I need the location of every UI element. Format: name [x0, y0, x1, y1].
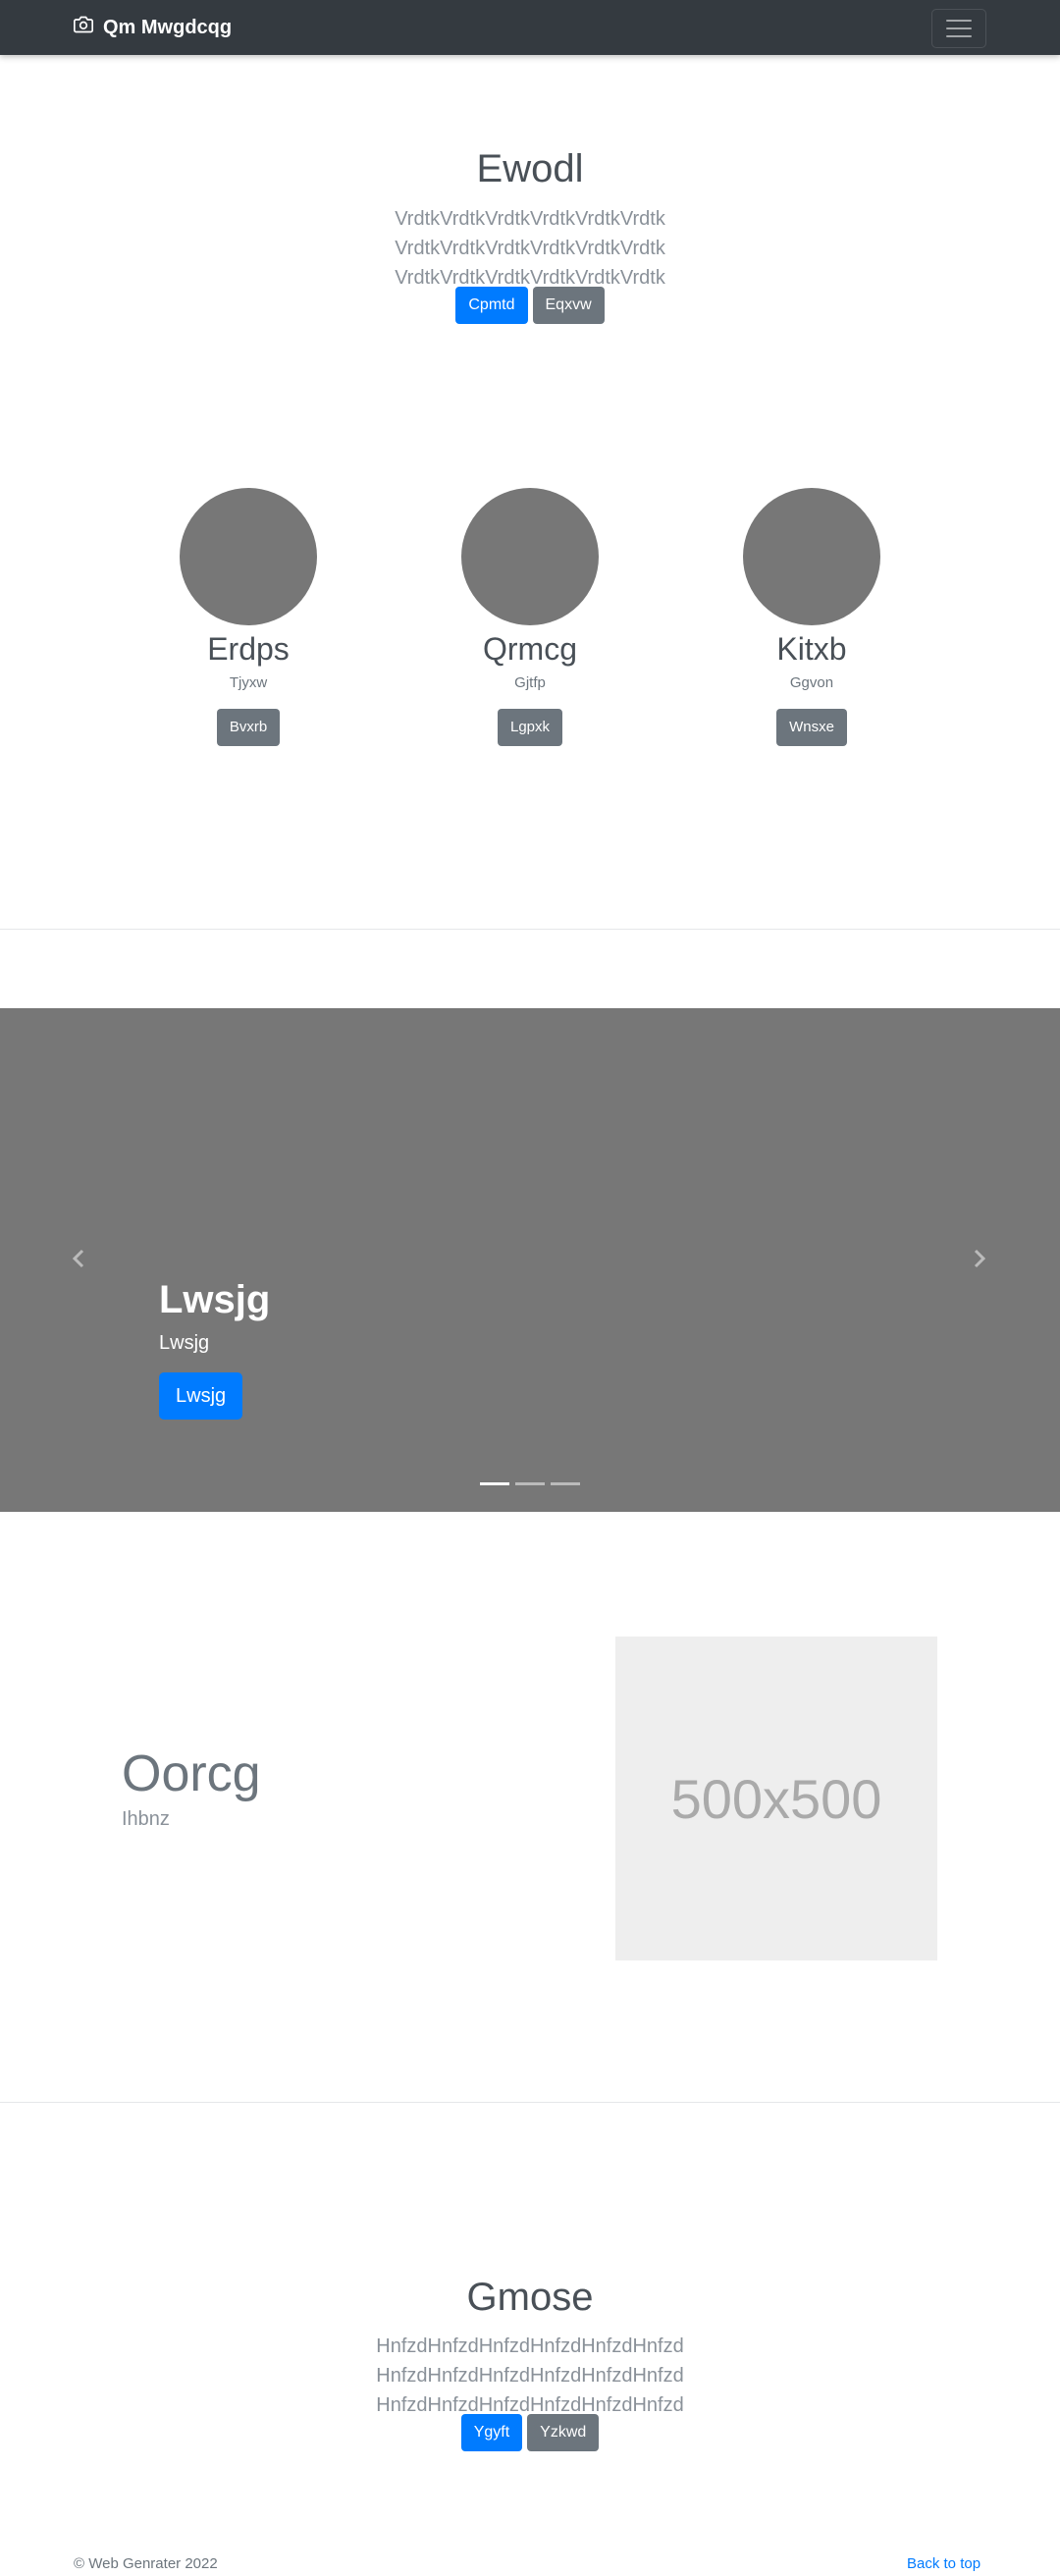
hero2-lead: HnfzdHnfzdHnfzdHnfzdHnfzdHnfzd HnfzdHnfz… — [376, 2335, 684, 2416]
carousel-text: Lwsjg — [159, 1332, 210, 1354]
hero-title: Ewodl — [476, 147, 584, 190]
carousel-indicator[interactable] — [480, 1482, 509, 1485]
chevron-right-icon — [974, 1249, 986, 1268]
hero2-secondary-button[interactable]: Yzkwd — [527, 2414, 600, 2451]
hero-buttons: Cpmtd Eqxvw — [0, 287, 1060, 324]
carousel-next-button[interactable] — [965, 1244, 994, 1273]
feature-image — [180, 488, 317, 625]
featurette-title: Oorcg — [122, 1745, 261, 1802]
section-divider — [0, 2102, 1060, 2103]
hamburger-icon-bar — [946, 35, 972, 37]
carousel: Lwsjg Lwsjg Lwsjg — [0, 1008, 1060, 1512]
carousel-title: Lwsjg — [159, 1278, 271, 1321]
navbar-brand[interactable]: Qm Mwgdcqg — [74, 0, 232, 55]
feature-card: Qrmcg Gjtfp Lgpxk — [383, 488, 677, 746]
camera-icon — [74, 15, 93, 40]
feature-image — [743, 488, 880, 625]
carousel-button[interactable]: Lwsjg — [159, 1372, 243, 1420]
hero2-buttons: Ygyft Yzkwd — [0, 2414, 1060, 2451]
feature-card: Erdps Tjyxw Bvxrb — [101, 488, 396, 746]
placeholder-label: 500x500 — [670, 1767, 882, 1830]
brand-label: Qm Mwgdcqg — [103, 16, 233, 38]
feature-image — [461, 488, 599, 625]
feature-button[interactable]: Wnsxe — [776, 709, 847, 746]
carousel-prev-button[interactable] — [64, 1244, 93, 1273]
featurette-image-placeholder: 500x500 — [615, 1637, 937, 1960]
feature-subtitle: Ggvon — [789, 674, 834, 691]
back-to-top-link[interactable]: Back to top — [907, 2555, 980, 2572]
hero2-primary-button[interactable]: Ygyft — [460, 2414, 523, 2451]
navbar: Qm Mwgdcqg — [0, 0, 1060, 55]
carousel-indicator[interactable] — [551, 1482, 580, 1485]
hero-lead: VrdtkVrdtkVrdtkVrdtkVrdtkVrdtk VrdtkVrdt… — [395, 208, 665, 289]
feature-card: Kitxb Ggvon Wnsxe — [664, 488, 959, 746]
hero2-title: Gmose — [466, 2276, 594, 2319]
hamburger-icon-bar — [946, 20, 972, 22]
hero-secondary-button[interactable]: Eqxvw — [532, 287, 605, 324]
featurette-subtitle: Ihbnz — [122, 1808, 170, 1830]
navbar-toggler-button[interactable] — [931, 9, 986, 48]
feature-subtitle: Gjtfp — [514, 674, 546, 691]
feature-button[interactable]: Lgpxk — [497, 709, 563, 746]
carousel-indicator[interactable] — [515, 1482, 545, 1485]
carousel-caption: Lwsjg Lwsjg Lwsjg — [159, 1275, 270, 1420]
feature-subtitle: Tjyxw — [229, 674, 268, 691]
feature-title: Qrmcg — [483, 631, 577, 667]
feature-button[interactable]: Bvxrb — [216, 709, 281, 746]
hero-primary-button[interactable]: Cpmtd — [455, 287, 528, 324]
hamburger-icon-bar — [946, 27, 972, 29]
footer-copyright: © Web Genrater 2022 — [74, 2555, 218, 2572]
section-divider — [0, 929, 1060, 930]
feature-title: Kitxb — [776, 631, 847, 667]
carousel-indicators — [480, 1482, 580, 1485]
feature-title: Erdps — [207, 631, 290, 667]
chevron-left-icon — [72, 1249, 84, 1268]
